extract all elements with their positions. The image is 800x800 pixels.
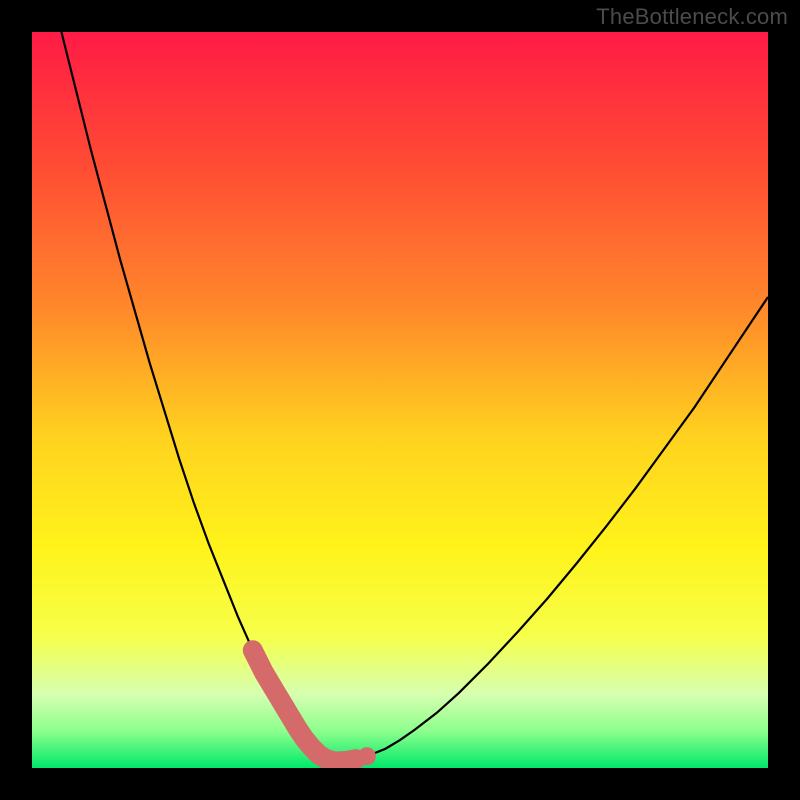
app-frame: TheBottleneck.com bbox=[0, 0, 800, 800]
bottleneck-chart bbox=[32, 32, 768, 768]
bottleneck-marker-dot bbox=[358, 747, 376, 765]
chart-background bbox=[32, 32, 768, 768]
chart-container bbox=[32, 32, 768, 768]
watermark-text: TheBottleneck.com bbox=[596, 4, 788, 30]
